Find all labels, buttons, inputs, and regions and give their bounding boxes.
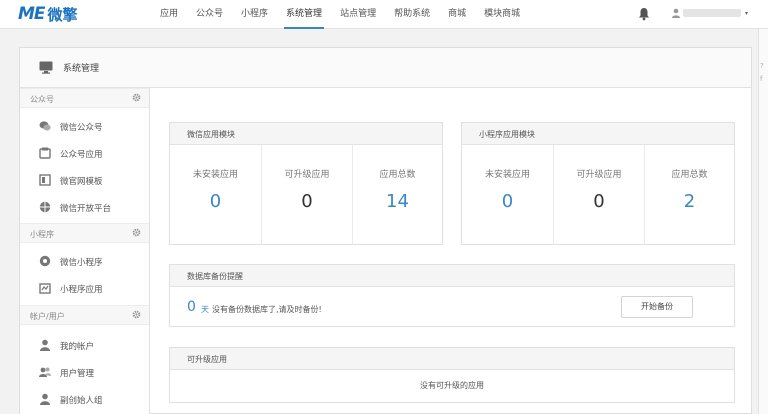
sidebar-item-site-templates[interactable]: 微官网模板 <box>20 167 149 193</box>
card-header: 微信应用模块 <box>170 123 442 145</box>
sidebar-item-wechat-account[interactable]: 微信公众号 <box>20 113 149 139</box>
sidebar-group-accounts-users: 帐户/用户 <box>20 305 149 325</box>
sidebar: 公众号 微信公众号 公众号应用 微官网模板 微信开放平台 小程序 微信小程序 小… <box>20 88 150 414</box>
start-backup-button[interactable]: 开始备份 <box>621 296 693 318</box>
stat-value: 14 <box>386 191 409 212</box>
gear-icon[interactable] <box>132 228 141 237</box>
empty-state-text: 没有可升级的应用 <box>420 381 484 390</box>
stat-upgradable[interactable]: 可升级应用 0 <box>261 145 352 245</box>
sidebar-item-label: 微信开放平台 <box>60 204 112 214</box>
logo[interactable]: ME 微擎 <box>18 3 78 25</box>
stat-label: 未安装应用 <box>484 170 530 180</box>
sidebar-item-label: 小程序应用 <box>60 285 103 295</box>
chevron-down-icon: ▾ <box>745 9 749 17</box>
sidebar-item-mini-program-apps[interactable]: 小程序应用 <box>20 275 149 301</box>
sidebar-item-label: 微信公众号 <box>60 123 103 133</box>
sidebar-item-account-apps[interactable]: 公众号应用 <box>20 140 149 166</box>
app-box-icon <box>39 147 51 159</box>
stat-label: 应用总数 <box>379 170 416 180</box>
stat-label: 可升级应用 <box>576 170 622 180</box>
edge-glyph-help: ? <box>760 62 764 70</box>
stat-total[interactable]: 应用总数 14 <box>352 145 442 245</box>
sidebar-item-label: 我的帐户 <box>60 342 95 352</box>
sidebar-item-my-account[interactable]: 我的帐户 <box>20 332 149 358</box>
sidebar-item-label: 微信小程序 <box>60 258 103 268</box>
nav-mall[interactable]: 商城 <box>448 0 466 29</box>
stat-label: 应用总数 <box>671 170 708 180</box>
card-title: 微信应用模块 <box>187 130 235 139</box>
sidebar-group-official-account: 公众号 <box>20 88 149 108</box>
nav-official-account[interactable]: 公众号 <box>196 0 223 29</box>
stat-total[interactable]: 应用总数 2 <box>644 145 734 245</box>
main-panel: 系统管理 公众号 微信公众号 公众号应用 微官网模板 微信开放平台 小程序 微信… <box>19 47 752 414</box>
card-header: 数据库备份提醒 <box>170 265 734 287</box>
user-menu[interactable]: ▾ <box>672 8 748 18</box>
mini-program-icon <box>39 255 51 267</box>
stat-label: 未安装应用 <box>192 170 238 180</box>
stat-uninstalled[interactable]: 未安装应用 0 <box>170 145 261 245</box>
page-title: 系统管理 <box>63 64 100 74</box>
card-header: 可升级应用 <box>170 348 734 370</box>
founder-icon <box>40 393 50 405</box>
sidebar-item-label: 副创始人组 <box>60 396 103 406</box>
sidebar-item-vice-founder-group[interactable]: 副创始人组 <box>20 386 149 412</box>
nav-mini-program[interactable]: 小程序 <box>241 0 268 29</box>
gear-icon[interactable] <box>132 93 141 102</box>
nav-module-mall[interactable]: 模块商城 <box>484 0 520 29</box>
stat-value: 0 <box>501 191 514 212</box>
stat-uninstalled[interactable]: 未安装应用 0 <box>462 145 553 245</box>
db-backup-card: 数据库备份提醒 0 天 没有备份数据库了,请及时备份! 开始备份 <box>169 264 735 327</box>
sidebar-group-label: 帐户/用户 <box>30 312 65 321</box>
monitor-icon <box>39 61 53 74</box>
backup-days-count: 0 <box>187 299 196 315</box>
wechat-icon <box>39 121 51 131</box>
nav-app[interactable]: 应用 <box>160 0 178 29</box>
logo-text: 微擎 <box>47 5 78 24</box>
card-header: 小程序应用模块 <box>462 123 734 145</box>
card-title: 可升级应用 <box>187 355 227 364</box>
sidebar-item-wechat-mini-program[interactable]: 微信小程序 <box>20 248 149 274</box>
backup-days-unit: 天 <box>201 305 209 314</box>
backup-message: 没有备份数据库了,请及时备份! <box>212 305 322 314</box>
nav-site-management[interactable]: 站点管理 <box>340 0 376 29</box>
nav-system-management[interactable]: 系统管理 <box>284 0 325 29</box>
mini-program-modules-card: 小程序应用模块 未安装应用 0 可升级应用 0 应用总数 2 <box>461 122 735 245</box>
edge-glyph-f: f <box>760 75 763 83</box>
gear-icon[interactable] <box>132 310 141 319</box>
sidebar-item-open-platform[interactable]: 微信开放平台 <box>20 194 149 220</box>
bell-icon[interactable] <box>638 7 650 21</box>
sidebar-group-label: 小程序 <box>30 230 54 239</box>
sidebar-item-user-management[interactable]: 用户管理 <box>20 359 149 385</box>
sidebar-item-label: 微官网模板 <box>60 177 103 187</box>
nav-help-system[interactable]: 帮助系统 <box>394 0 430 29</box>
backup-body: 0 天 没有备份数据库了,请及时备份! 开始备份 <box>170 288 734 326</box>
open-platform-icon <box>39 201 51 213</box>
mini-app-icon <box>39 283 51 294</box>
stat-label: 可升级应用 <box>284 170 330 180</box>
template-icon <box>39 174 51 186</box>
user-avatar-icon <box>672 8 680 18</box>
card-title: 数据库备份提醒 <box>187 272 243 281</box>
stat-value: 0 <box>209 191 222 212</box>
upgradable-body: 没有可升级的应用 <box>170 371 734 401</box>
upgradable-apps-card: 可升级应用 没有可升级的应用 <box>169 347 735 403</box>
stat-value: 2 <box>683 191 696 212</box>
stat-value: 0 <box>301 191 313 212</box>
logo-mark: ME <box>18 4 46 24</box>
users-icon <box>39 367 51 377</box>
panel-header: 系统管理 <box>20 48 751 88</box>
wechat-modules-card: 微信应用模块 未安装应用 0 可升级应用 0 应用总数 14 <box>169 122 443 245</box>
sidebar-item-label: 用户管理 <box>60 369 95 379</box>
user-name-redacted <box>683 9 741 17</box>
page-scrollbar[interactable]: ? f <box>758 29 768 414</box>
sidebar-group-mini-program: 小程序 <box>20 223 149 243</box>
top-navbar: ME 微擎 应用 公众号 小程序 系统管理 站点管理 帮助系统 商城 模块商城 … <box>0 0 768 29</box>
stat-upgradable[interactable]: 可升级应用 0 <box>553 145 644 245</box>
sidebar-item-label: 公众号应用 <box>60 150 103 160</box>
card-title: 小程序应用模块 <box>479 130 535 139</box>
stat-value: 0 <box>593 191 605 212</box>
main-nav: 应用 公众号 小程序 系统管理 站点管理 帮助系统 商城 模块商城 <box>160 0 538 29</box>
user-icon <box>40 339 50 351</box>
sidebar-group-label: 公众号 <box>30 95 54 104</box>
